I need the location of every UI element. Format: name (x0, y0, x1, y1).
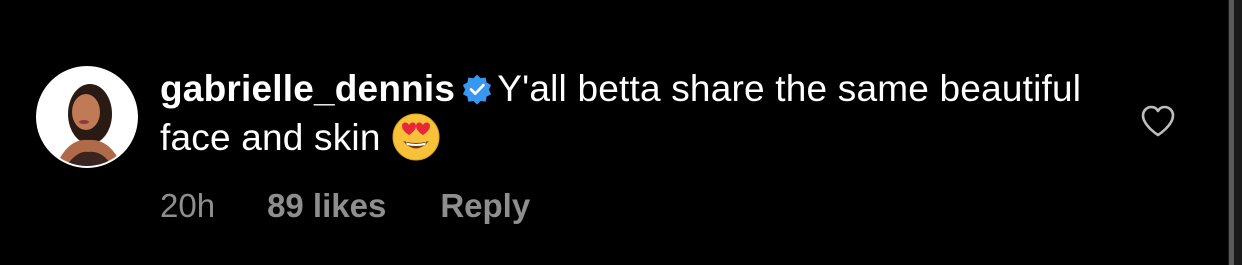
heart-eyes-emoji-icon (392, 113, 440, 161)
comment: gabrielle_dennis Y'all betta share the s… (0, 0, 1228, 265)
heart-outline-icon[interactable] (1140, 104, 1176, 138)
scrollbar-thumb[interactable] (1229, 0, 1234, 265)
avatar[interactable] (36, 66, 138, 168)
comment-body: gabrielle_dennis Y'all betta share the s… (160, 66, 1120, 162)
username-link[interactable]: gabrielle_dennis (160, 68, 455, 109)
comment-meta: 20h 89 likes Reply (160, 186, 530, 226)
reply-button[interactable]: Reply (440, 186, 530, 226)
likes-count-link[interactable]: 89 likes (267, 186, 386, 226)
avatar-image (38, 68, 136, 166)
timestamp: 20h (160, 187, 216, 224)
verified-badge-icon (463, 74, 492, 105)
